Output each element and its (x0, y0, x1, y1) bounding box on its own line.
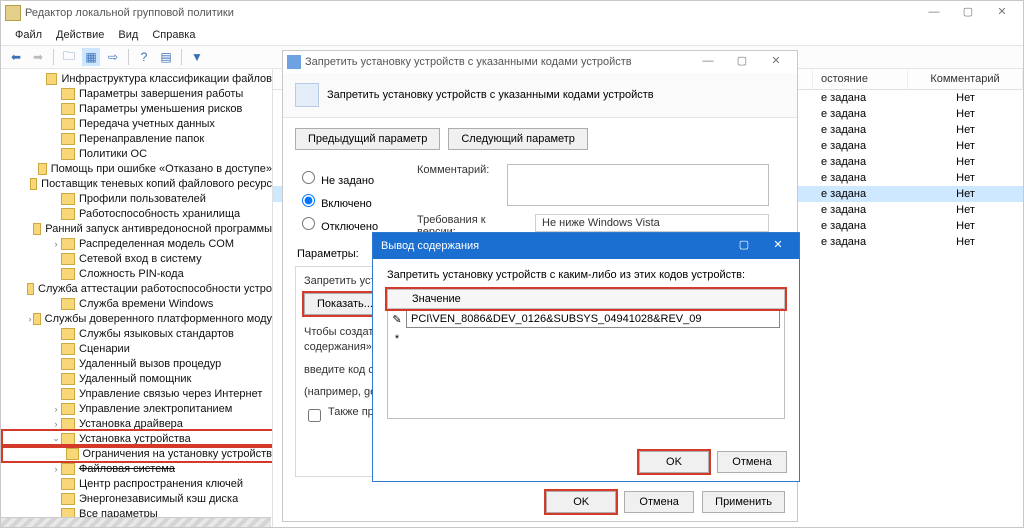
nav-tree[interactable]: Инфраструктура классификации файловПарам… (1, 69, 273, 527)
grid-row[interactable]: ✎ (388, 309, 784, 329)
policy-max-button[interactable]: ▢ (725, 51, 759, 73)
tree-node[interactable]: Перенаправление папок (3, 131, 272, 146)
tree-node[interactable]: ⌄Установка устройства (3, 431, 272, 446)
policy-cancel-button[interactable]: Отмена (624, 491, 694, 513)
list-icon[interactable]: ▦ (82, 48, 100, 66)
radio-enabled[interactable]: Включено (297, 191, 389, 210)
tree-node[interactable]: Инфраструктура классификации файлов (3, 71, 272, 86)
tree-node[interactable]: Ранний запуск антивредоносной программы (3, 221, 272, 236)
col-value[interactable]: Значение (406, 290, 467, 308)
radio-disabled[interactable]: Отключено (297, 214, 389, 233)
minimize-button[interactable]: — (917, 2, 951, 24)
tree-node[interactable]: Передача учетных данных (3, 116, 272, 131)
col-state[interactable]: остояние (813, 69, 908, 89)
app-icon (5, 5, 21, 21)
tree-node[interactable]: Служба времени Windows (3, 296, 272, 311)
policy-min-button[interactable]: — (691, 51, 725, 73)
main-titlebar: Редактор локальной групповой политики — … (1, 1, 1023, 25)
tree-node[interactable]: Параметры завершения работы (3, 86, 272, 101)
policy-titlebar: Запретить установку устройств с указанны… (283, 51, 797, 73)
policy-footer: OK Отмена Применить (283, 483, 797, 521)
content-restore-button[interactable]: ▢ (727, 235, 761, 257)
content-ok-button[interactable]: OK (639, 451, 709, 473)
close-button[interactable]: ✕ (985, 2, 1019, 24)
menu-view[interactable]: Вид (112, 27, 144, 43)
tree-node[interactable]: Помощь при ошибке «Отказано в доступе» (3, 161, 272, 176)
tree-node[interactable]: Параметры уменьшения рисков (3, 101, 272, 116)
scrollbar-bottom[interactable] (1, 517, 271, 527)
tree-node[interactable]: Поставщик теневых копий файлового ресурс (3, 176, 272, 191)
tree-node[interactable]: Работоспособность хранилища (3, 206, 272, 221)
policy-title: Запретить установку устройств с указанны… (301, 56, 691, 68)
device-id-input[interactable] (406, 310, 780, 328)
menu-help[interactable]: Справка (146, 27, 201, 43)
main-title: Редактор локальной групповой политики (21, 7, 917, 19)
help-icon[interactable]: ? (135, 48, 153, 66)
tree-node[interactable]: Сложность PIN-кода (3, 266, 272, 281)
col-comment[interactable]: Комментарий (908, 69, 1023, 89)
tree-node[interactable]: ›Файловая система (3, 461, 272, 476)
radio-none[interactable]: Не задано (297, 168, 389, 187)
tree-node[interactable]: Профили пользователей (3, 191, 272, 206)
export-icon[interactable]: ⇨ (104, 48, 122, 66)
maximize-button[interactable]: ▢ (951, 2, 985, 24)
tree-node[interactable]: Ограничения на установку устройств (3, 446, 272, 461)
tree-node[interactable]: Сетевой вход в систему (3, 251, 272, 266)
content-cancel-button[interactable]: Отмена (717, 451, 787, 473)
policy-header: Запретить установку устройств с указанны… (283, 73, 797, 118)
properties-icon[interactable]: ▤ (157, 48, 175, 66)
content-dialog: Вывод содержания ▢ ✕ Запретить установку… (372, 232, 800, 482)
grid-row[interactable]: * (388, 329, 784, 349)
folder-icon[interactable]: 🗀 (60, 48, 78, 66)
tree-node[interactable]: Служба аттестации работоспособности устр… (3, 281, 272, 296)
grid-body: ✎ * (387, 309, 785, 419)
requirements-value: Не ниже Windows Vista (535, 214, 769, 232)
tree-node[interactable]: ›Распределенная модель COM (3, 236, 272, 251)
forward-icon[interactable]: ➡ (29, 48, 47, 66)
menubar: Файл Действие Вид Справка (1, 25, 1023, 45)
policy-close-button[interactable]: ✕ (759, 51, 793, 73)
tree-node[interactable]: Сценарии (3, 341, 272, 356)
state-radios: Не задано Включено Отключено (283, 160, 403, 242)
policy-icon (295, 83, 319, 107)
tree-node[interactable]: Управление связью через Интернет (3, 386, 272, 401)
next-setting-button[interactable]: Следующий параметр (448, 128, 588, 150)
tree-node[interactable]: Политики ОС (3, 146, 272, 161)
content-title: Вывод содержания (377, 240, 727, 252)
comment-textarea[interactable] (507, 164, 769, 206)
shield-icon (287, 55, 301, 69)
back-icon[interactable]: ⬅ (7, 48, 25, 66)
menu-action[interactable]: Действие (50, 27, 110, 43)
tree-node[interactable]: ›Службы доверенного платформенного моду (3, 311, 272, 326)
content-close-button[interactable]: ✕ (761, 235, 795, 257)
tree-node[interactable]: Удаленный вызов процедур (3, 356, 272, 371)
policy-apply-button[interactable]: Применить (702, 491, 785, 513)
prev-setting-button[interactable]: Предыдущий параметр (295, 128, 440, 150)
tree-node[interactable]: ›Управление электропитанием (3, 401, 272, 416)
tree-node[interactable]: Энергонезависимый кэш диска (3, 491, 272, 506)
tree-node[interactable]: ›Установка драйвера (3, 416, 272, 431)
policy-heading: Запретить установку устройств с указанны… (327, 89, 654, 101)
menu-file[interactable]: Файл (9, 27, 48, 43)
filter-icon[interactable]: ▼ (188, 48, 206, 66)
content-titlebar[interactable]: Вывод содержания ▢ ✕ (373, 233, 799, 259)
comment-label: Комментарий: (417, 164, 499, 176)
tree-node[interactable]: Службы языковых стандартов (3, 326, 272, 341)
content-label: Запретить установку устройств с каким-ли… (387, 269, 785, 281)
grid-header: Значение (387, 289, 785, 309)
edit-icon: ✎ (388, 313, 406, 326)
tree-node[interactable]: Центр распространения ключей (3, 476, 272, 491)
policy-ok-button[interactable]: OK (546, 491, 616, 513)
new-row-icon: * (388, 333, 406, 345)
tree-node[interactable]: Удаленный помощник (3, 371, 272, 386)
